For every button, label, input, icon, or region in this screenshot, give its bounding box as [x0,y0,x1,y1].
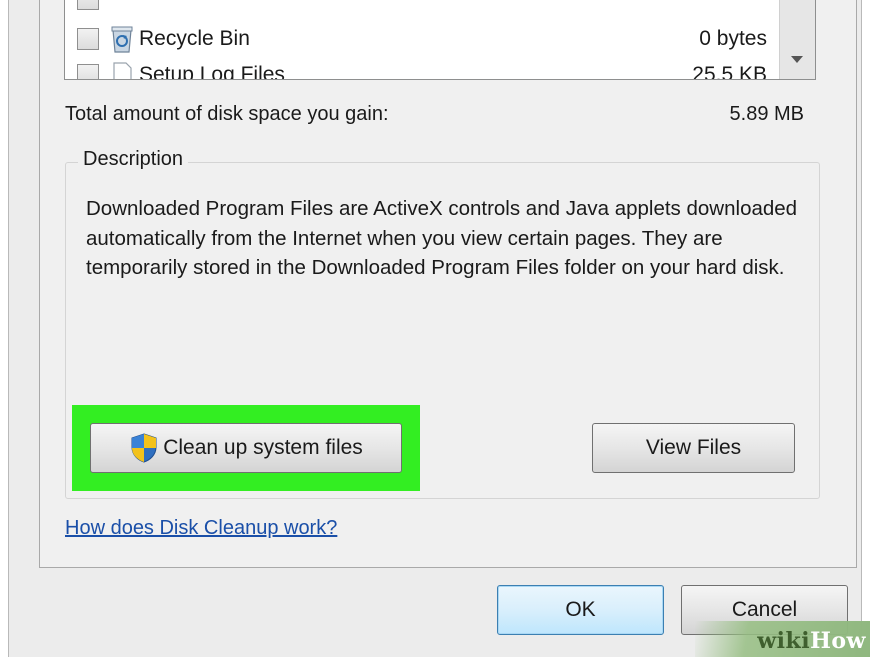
list-item-setup-log-files[interactable]: Setup Log Files 25.5 KB [65,57,775,80]
file-category-name: Setup Log Files [139,63,285,80]
list-item-partial[interactable] [65,0,775,17]
view-files-button[interactable]: View Files [592,423,795,473]
files-to-delete-list[interactable]: Recycle Bin 0 bytes Setup Log Files 25.5… [64,0,816,80]
checkbox[interactable] [77,0,99,10]
description-text: Downloaded Program Files are ActiveX con… [86,197,798,279]
view-files-button-label: View Files [645,436,742,459]
ok-button-label: OK [565,598,596,621]
uac-shield-icon [131,433,157,463]
file-category-size: 0 bytes [699,27,767,50]
total-space-value: 5.89 MB [729,103,804,125]
list-item-recycle-bin[interactable]: Recycle Bin 0 bytes [65,21,775,57]
file-category-size: 25.5 KB [692,63,767,80]
recycle-bin-icon [111,26,133,53]
disk-cleanup-help-link[interactable]: How does Disk Cleanup work? [65,517,337,540]
total-space-label: Total amount of disk space you gain: [65,103,389,125]
clean-up-system-files-button[interactable]: Clean up system files [90,423,402,473]
scroll-down-arrow-icon[interactable] [791,56,803,63]
wikihow-watermark: wikiHow [695,621,870,657]
description-legend: Description [78,148,189,171]
ok-button[interactable]: OK [497,585,664,635]
wikihow-logo: wikiHow [757,628,866,654]
list-scrollbar[interactable] [779,0,815,79]
document-icon [113,62,132,79]
cancel-button-label: Cancel [731,598,798,621]
clean-up-button-label: Clean up system files [163,436,363,459]
setup-log-files-checkbox[interactable] [77,64,99,79]
recycle-bin-checkbox[interactable] [77,28,99,50]
file-category-name: Recycle Bin [139,27,250,50]
